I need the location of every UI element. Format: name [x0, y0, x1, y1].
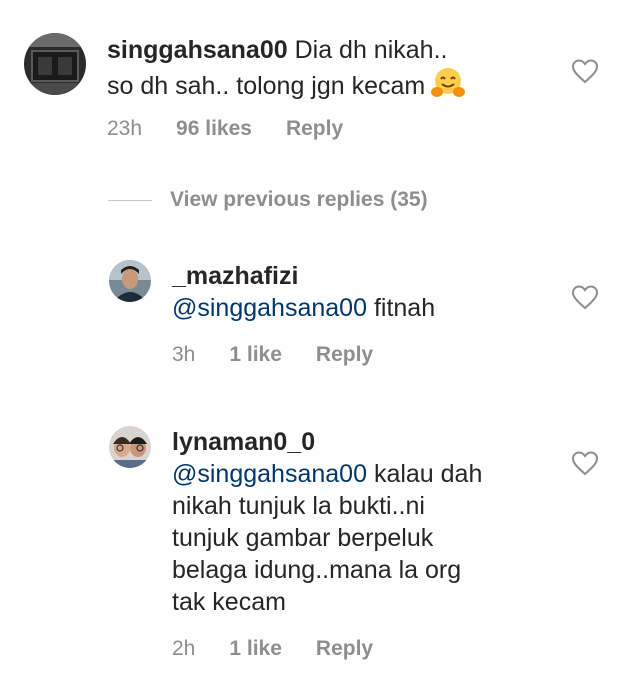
like-heart-icon[interactable] [571, 284, 599, 310]
reply-text: lynaman0_0 @singgahsana00 kalau dah nika… [172, 426, 572, 618]
like-heart-icon[interactable] [571, 58, 599, 84]
likes-count[interactable]: 1 like [229, 637, 282, 661]
avatar[interactable] [24, 33, 86, 95]
reply-button[interactable]: Reply [316, 343, 373, 367]
reply-body-line2: nikah tunjuk la bukti..ni [172, 492, 425, 520]
view-previous-replies[interactable]: View previous replies (35) [108, 188, 428, 212]
likes-count[interactable]: 96 likes [176, 117, 252, 141]
timestamp: 23h [107, 117, 143, 140]
reply-button[interactable]: Reply [316, 637, 373, 661]
divider [108, 199, 152, 201]
reply-button[interactable]: Reply [286, 117, 343, 141]
mention-link[interactable]: @singgahsana00 [172, 460, 367, 488]
comment-body-line2: so dh sah.. tolong jgn kecam [107, 72, 426, 100]
comment-text: singgahsana00 Dia dh nikah.. so dh sah..… [107, 34, 577, 102]
avatar[interactable] [109, 260, 151, 302]
username[interactable]: singgahsana00 [107, 36, 288, 64]
reply-body-line3: tunjuk gambar berpeluk [172, 524, 434, 552]
timestamp: 3h [172, 343, 196, 366]
avatar[interactable] [109, 426, 151, 468]
comment-body-line1: Dia dh nikah.. [294, 36, 448, 64]
comment-meta: 23h 96 likes Reply [107, 117, 343, 141]
like-heart-icon[interactable] [571, 450, 599, 476]
reply-body-line5: tak kecam [172, 588, 286, 616]
username[interactable]: _mazhafizi [172, 262, 298, 290]
reply-body: fitnah [373, 294, 436, 322]
mention-link[interactable]: @singgahsana00 [172, 294, 367, 322]
reply-body-line1: kalau dah [373, 460, 483, 488]
reply-meta: 2h 1 like Reply [172, 637, 373, 661]
likes-count[interactable]: 1 like [229, 343, 282, 367]
timestamp: 2h [172, 637, 196, 660]
view-previous-replies-label[interactable]: View previous replies (35) [170, 188, 428, 212]
reply-text: _mazhafizi @singgahsana00 fitnah [172, 260, 572, 324]
reply-body-line4: belaga idung..mana la org [172, 556, 462, 584]
reply-meta: 3h 1 like Reply [172, 343, 373, 367]
username[interactable]: lynaman0_0 [172, 428, 315, 456]
hugging-face-emoji-icon [431, 66, 466, 100]
